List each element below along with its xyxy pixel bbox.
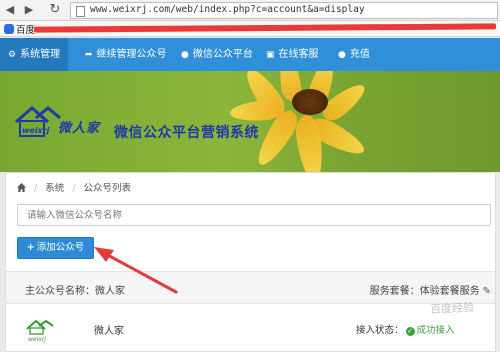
nav-recharge[interactable]: ● 充值: [338, 38, 370, 71]
add-account-button[interactable]: + 添加公众号: [17, 237, 94, 259]
forward-icon[interactable]: ▶: [22, 3, 36, 17]
account-logo-text: weixrj: [28, 336, 46, 343]
nav-label: 继续管理公众号: [96, 49, 167, 60]
check-circle-icon: ✓: [405, 327, 415, 336]
account-group-header: 主公众号名称：微人家 服务套餐：体验套餐服务 ✎: [6, 271, 495, 304]
browser-address-bar: ◀ ▶ ↻ www.weixrj.com/web/index.php?c=acc…: [0, 0, 500, 21]
reload-icon[interactable]: ↻: [48, 3, 62, 17]
gear-icon: ⚙: [8, 50, 17, 60]
nav-system-management[interactable]: ⚙ 系统管理: [0, 38, 69, 71]
home-icon[interactable]: [17, 183, 26, 192]
account-name[interactable]: 微人家: [94, 322, 124, 337]
banner-title: 微信公众平台营销系统: [114, 125, 259, 141]
plus-icon: +: [26, 242, 35, 253]
package-label: 服务套餐：体验套餐服务: [369, 286, 480, 297]
page-icon: [76, 6, 85, 17]
baidu-paw-icon: [4, 24, 14, 34]
content-panel: / 系统 / 公众号列表 +添加公众号 主公众号名称：微人家 服务套餐：体验套餐…: [5, 172, 496, 352]
nav-label: 在线客服: [278, 49, 319, 60]
breadcrumb-separator: /: [34, 183, 38, 194]
logo-subtext: weixrj: [22, 126, 50, 135]
nav-label: 微信公众平台: [192, 49, 253, 60]
status-value: 成功接入: [416, 325, 455, 336]
package-info: 服务套餐：体验套餐服务 ✎: [370, 282, 491, 297]
breadcrumb-system[interactable]: 系统: [45, 183, 64, 194]
banner: weixrj 微人家 微信公众平台营销系统: [0, 71, 500, 172]
sunflower-center: [292, 89, 328, 115]
breadcrumb-separator: /: [72, 183, 76, 194]
add-account-label: 添加公众号: [36, 242, 85, 253]
nav-label: 系统管理: [20, 49, 61, 60]
bookmark-baidu[interactable]: 百度: [4, 22, 35, 36]
nav-label: 充值: [349, 49, 370, 60]
logo-text: 微人家: [58, 121, 101, 136]
watermark: 百度经验: [429, 300, 475, 317]
nav-online-service[interactable]: ▣ 在线客服: [266, 38, 319, 71]
edit-icon[interactable]: ✎: [483, 286, 491, 297]
account-row[interactable]: weixrj 微人家 接入状态： ✓ 成功接入: [6, 304, 495, 352]
main-account-label: 主公众号名称：微人家: [25, 286, 125, 297]
chat-icon: ●: [181, 50, 189, 60]
access-status: 接入状态： ✓ 成功接入: [356, 322, 455, 336]
breadcrumb: / 系统 / 公众号列表: [17, 180, 131, 194]
chat-icon: ●: [338, 50, 346, 60]
status-label: 接入状态：: [356, 325, 404, 336]
url-text: www.weixrj.com/web/index.php?c=account&a…: [90, 4, 365, 15]
nav-continue-manage[interactable]: ➦ 继续管理公众号: [85, 38, 167, 71]
bookmark-label: 百度: [16, 25, 36, 36]
briefcase-icon: ▣: [266, 50, 275, 60]
share-icon: ➦: [85, 50, 93, 60]
back-icon[interactable]: ◀: [3, 3, 17, 17]
search-input[interactable]: [17, 204, 491, 226]
breadcrumb-account-list: 公众号列表: [83, 183, 132, 194]
url-field[interactable]: www.weixrj.com/web/index.php?c=account&a…: [70, 2, 498, 19]
nav-wechat-platform[interactable]: ● 微信公众平台: [181, 38, 253, 71]
top-navigation: ⚙ 系统管理 ➦ 继续管理公众号 ● 微信公众平台 ▣ 在线客服 ● 充值: [0, 38, 500, 71]
